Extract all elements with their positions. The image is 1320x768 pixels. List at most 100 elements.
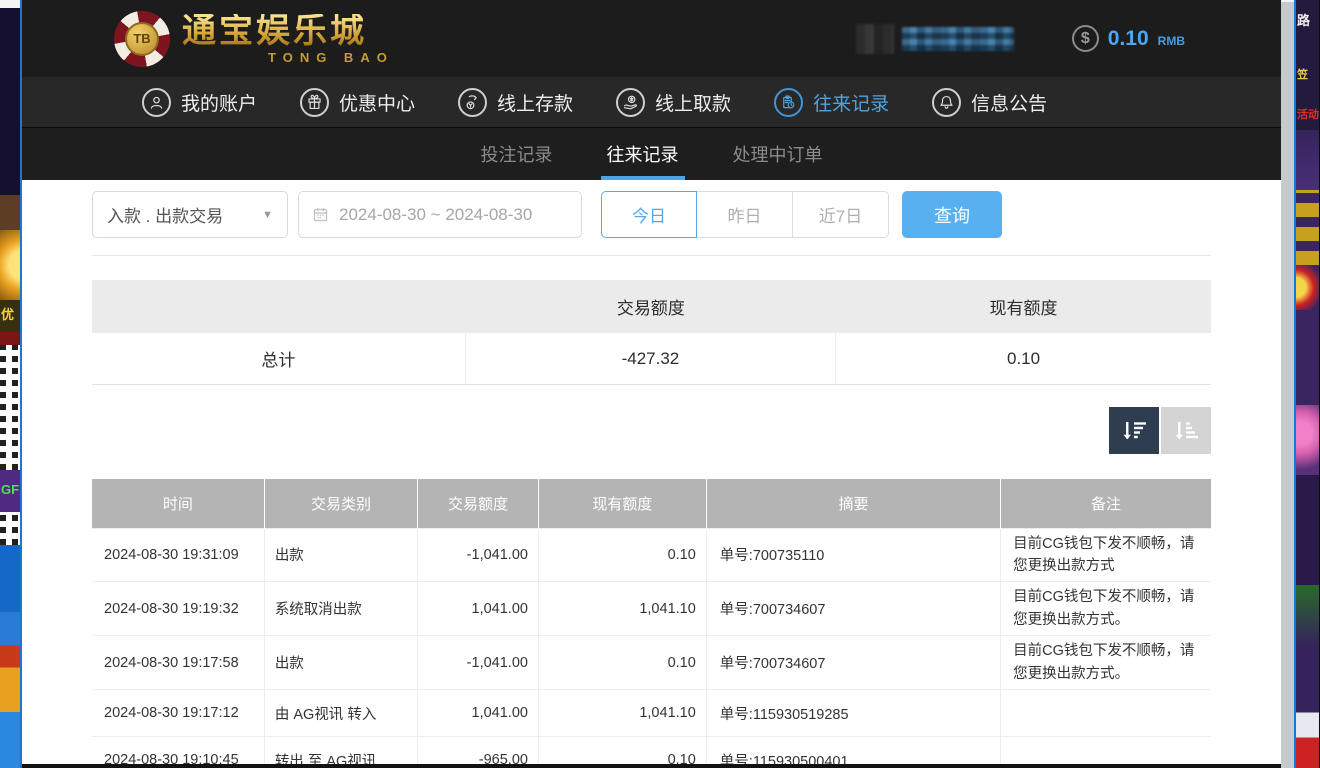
- bg-right-dark: 路笠: [1296, 0, 1319, 100]
- bg-right-purple-3: [1296, 475, 1319, 585]
- cell-time: 2024-08-30 19:17:58: [92, 636, 264, 690]
- col-remark: 备注: [1001, 479, 1211, 528]
- cell-summary: 单号:700735110: [706, 528, 1000, 582]
- deposit-icon: [458, 88, 487, 117]
- col-type: 交易类别: [264, 479, 417, 528]
- bg-right-game-art: [1296, 645, 1319, 768]
- viewport: 优 GF TB 通宝娱乐城 TONG BAO $: [0, 0, 1320, 768]
- bg-left-art: [0, 195, 20, 230]
- bg-right-candy-art: [1296, 405, 1319, 475]
- today-button[interactable]: 今日: [601, 191, 697, 238]
- sort-ascending-button[interactable]: [1161, 407, 1211, 454]
- bg-right-purple-2: [1296, 310, 1319, 405]
- summary-header-balance: 现有额度: [836, 294, 1211, 319]
- transactions-table: 时间 交易类别 交易额度 现有额度 摘要 备注 2024-08-30 19:31…: [92, 479, 1211, 768]
- withdraw-icon: [616, 88, 645, 117]
- transactions-body: 2024-08-30 19:31:09出款-1,041.000.10单号:700…: [92, 528, 1211, 768]
- table-row: 2024-08-30 19:19:32系统取消出款1,041.001,041.1…: [92, 582, 1211, 636]
- summary-header-row: 交易额度 现有额度: [92, 280, 1211, 333]
- bell-icon: [932, 88, 961, 117]
- cell-balance: 1,041.10: [538, 690, 706, 737]
- tab-betting-records[interactable]: 投注记录: [477, 128, 557, 180]
- col-balance: 现有额度: [538, 479, 706, 528]
- last7days-button[interactable]: 近7日: [793, 191, 889, 238]
- chip-logo-label: TB: [125, 22, 159, 56]
- bg-left-qr-code-2: [0, 512, 20, 545]
- cell-summary: 单号:700734607: [706, 582, 1000, 636]
- nav-label: 我的账户: [181, 89, 257, 116]
- col-amount: 交易额度: [418, 479, 539, 528]
- bg-left-game-art: [0, 545, 20, 768]
- username-redacted[interactable]: [856, 24, 1014, 54]
- transaction-type-select[interactable]: 入款 . 出款交易 ▼: [92, 191, 288, 238]
- dollar-coin-icon: $: [1072, 25, 1099, 52]
- cell-time: 2024-08-30 19:31:09: [92, 528, 264, 582]
- nav-label: 线上取款: [655, 89, 731, 116]
- cell-amount: -1,041.00: [418, 528, 539, 582]
- nav-label: 线上存款: [497, 89, 573, 116]
- balance-display[interactable]: $ 0.10 RMB: [1072, 25, 1185, 52]
- nav-label: 信息公告: [971, 89, 1047, 116]
- bg-left-coin: [0, 230, 20, 300]
- header-row: 时间 交易类别 交易额度 现有额度 摘要 备注: [92, 479, 1211, 528]
- quick-date-button-group: 今日 昨日 近7日: [601, 191, 889, 238]
- cell-remark: 目前CG钱包下发不顺畅，请您更换出款方式。: [1001, 582, 1211, 636]
- calendar-icon: [312, 206, 329, 223]
- brand-logo[interactable]: TB 通宝娱乐城 TONG BAO: [114, 11, 394, 67]
- bg-left-white: [0, 0, 20, 8]
- table-row: 2024-08-30 19:17:58出款-1,041.000.10单号:700…: [92, 636, 1211, 690]
- sort-descending-button[interactable]: [1109, 407, 1159, 454]
- cell-summary: 单号:115930519285: [706, 690, 1000, 737]
- main-nav: 我的账户 优惠中心 线上存款 线上取款: [22, 77, 1281, 128]
- nav-item-online-deposit[interactable]: 线上存款: [458, 88, 573, 117]
- divider: [92, 255, 1211, 256]
- cell-amount: 1,041.00: [418, 690, 539, 737]
- col-summary: 摘要: [706, 479, 1000, 528]
- bg-right-red-circle: [1296, 265, 1319, 310]
- nav-item-online-withdrawal[interactable]: 线上取款: [616, 88, 731, 117]
- cell-amount: 1,041.00: [418, 582, 539, 636]
- summary-header-transaction: 交易额度: [466, 294, 836, 319]
- bg-right-purple: [1296, 130, 1319, 190]
- table-row: 2024-08-30 19:17:12由 AG视讯 转入1,041.001,04…: [92, 690, 1211, 737]
- bg-left-qr-code: [0, 345, 20, 470]
- brand-text: 通宝娱乐城 TONG BAO: [182, 14, 394, 64]
- bg-left-red: [0, 332, 20, 345]
- nav-item-promotions[interactable]: 优惠中心: [300, 88, 415, 117]
- cell-remark: [1001, 690, 1211, 737]
- col-time: 时间: [92, 479, 264, 528]
- cell-type: 出款: [264, 528, 417, 582]
- records-icon: [774, 88, 803, 117]
- summary-total-label: 总计: [92, 333, 466, 384]
- balance-currency: RMB: [1158, 34, 1185, 48]
- cell-time: 2024-08-30 19:19:32: [92, 582, 264, 636]
- background-left-sliver: 优 GF: [0, 0, 22, 768]
- select-value: 入款 . 出款交易: [107, 202, 223, 227]
- nav-item-my-account[interactable]: 我的账户: [142, 88, 257, 117]
- cell-type: 系统取消出款: [264, 582, 417, 636]
- summary-total-row: 总计 -427.32 0.10: [92, 333, 1211, 385]
- bg-right-green: [1296, 585, 1319, 645]
- bg-left-gf: GF: [0, 470, 20, 512]
- bg-left-promo: 优: [0, 300, 20, 332]
- tab-pending-orders[interactable]: 处理中订单: [729, 128, 827, 180]
- scrollbar-track[interactable]: [1281, 0, 1295, 768]
- sort-ascending-icon: [1171, 416, 1201, 446]
- main-page: TB 通宝娱乐城 TONG BAO $ 0.10 RMB: [22, 0, 1281, 768]
- nav-item-transaction-records[interactable]: 往来记录: [774, 88, 889, 117]
- chevron-down-icon: ▼: [262, 209, 273, 221]
- cell-amount: -1,041.00: [418, 636, 539, 690]
- sort-descending-icon: [1119, 416, 1149, 446]
- cell-summary: 单号:700734607: [706, 636, 1000, 690]
- date-range-input[interactable]: 2024-08-30 ~ 2024-08-30: [298, 191, 582, 238]
- bg-left-dark: [0, 8, 20, 195]
- cell-balance: 0.10: [538, 636, 706, 690]
- nav-item-announcements[interactable]: 信息公告: [932, 88, 1047, 117]
- sort-controls: [92, 407, 1211, 454]
- user-icon: [142, 88, 171, 117]
- search-button[interactable]: 查询: [902, 191, 1002, 238]
- yesterday-button[interactable]: 昨日: [697, 191, 793, 238]
- bg-right-gold-blocks: [1296, 190, 1319, 265]
- tab-transaction-records[interactable]: 往来记录: [603, 128, 683, 180]
- chip-logo-icon: TB: [114, 11, 170, 67]
